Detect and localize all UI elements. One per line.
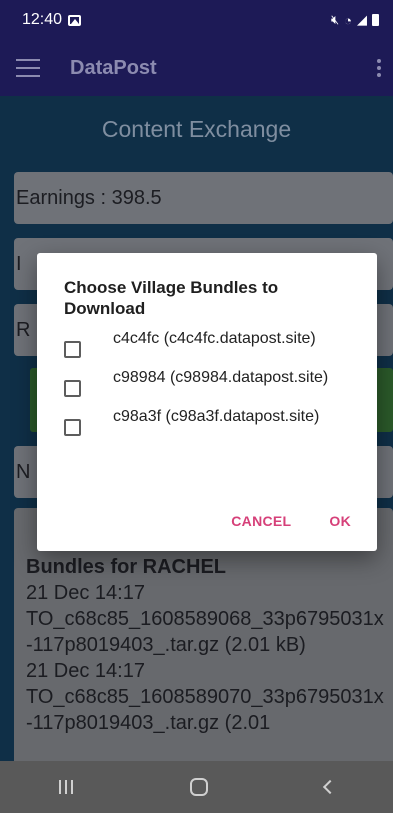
info-field-label: I: [16, 252, 22, 275]
status-icons: 🔇︎ ◔ ◢: [331, 12, 379, 28]
status-time: 12:40: [22, 11, 63, 28]
app-title: DataPost: [70, 56, 157, 79]
dialog-actions: CANCEL OK: [231, 513, 351, 529]
earnings-field: Earnings : 398.5: [14, 172, 393, 224]
status-bar: 12:40 🔇︎ ◔ ◢: [0, 0, 393, 40]
notes-field-label: N: [16, 460, 31, 483]
back-icon[interactable]: [322, 779, 337, 795]
checkbox[interactable]: [64, 380, 81, 397]
dialog-title: Choose Village Bundles to Download: [64, 278, 279, 318]
bundle-option-c98a3f[interactable]: c98a3f (c98a3f.datapost.site): [64, 407, 353, 436]
ok-button[interactable]: OK: [329, 513, 351, 529]
option-label: c98984 (c98984.datapost.site): [113, 369, 329, 386]
mute-icon: 🔇︎: [330, 12, 340, 27]
bundles-heading: Bundles for RACHEL: [26, 556, 226, 578]
bundle-name: TO_c68c85_1608589068_33p6795031x-117p801…: [26, 608, 384, 656]
option-label: c98a3f (c98a3f.datapost.site): [113, 408, 320, 425]
battery-icon: [372, 14, 379, 26]
checkbox[interactable]: [64, 419, 81, 436]
request-field-label: R: [16, 318, 31, 341]
bundle-option-c98984[interactable]: c98984 (c98984.datapost.site): [64, 368, 353, 397]
signal-icon: ◢: [357, 12, 367, 27]
checkbox[interactable]: [64, 341, 81, 358]
section-title: Content Exchange: [101, 116, 292, 142]
overflow-menu-icon[interactable]: [377, 59, 381, 77]
bundle-date: 21 Dec 14:17: [26, 582, 145, 604]
app-bar: DataPost: [0, 40, 393, 96]
home-icon[interactable]: [189, 778, 208, 796]
system-nav-bar: [0, 761, 393, 813]
gallery-notification-icon: [68, 14, 82, 26]
option-label: c4c4fc (c4c4fc.datapost.site): [113, 330, 316, 347]
cancel-button[interactable]: CANCEL: [231, 513, 291, 529]
bundle-date: 21 Dec 14:17: [26, 660, 145, 682]
recent-apps-icon[interactable]: [58, 780, 73, 794]
bundle-name: TO_c68c85_1608589070_33p6795031x-117p801…: [26, 686, 384, 734]
hamburger-menu-icon[interactable]: [16, 59, 40, 77]
bundle-option-c4c4fc[interactable]: c4c4fc (c4c4fc.datapost.site): [64, 329, 353, 358]
wifi-icon: ◔: [344, 12, 352, 28]
earnings-label: Earnings : 398.5: [16, 186, 162, 209]
choose-bundles-dialog: Choose Village Bundles to Download c4c4f…: [37, 253, 377, 551]
